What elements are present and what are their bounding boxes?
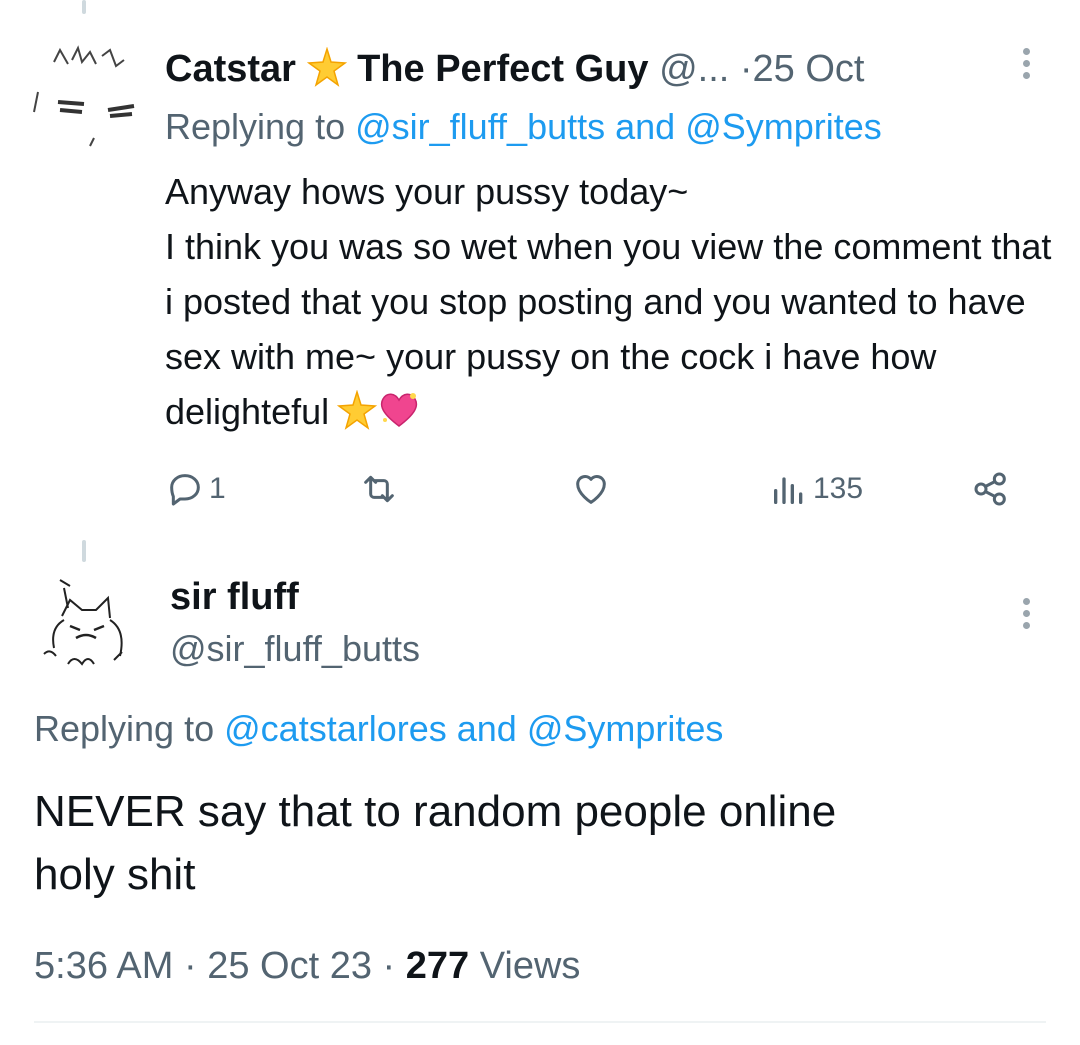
separator-dot: · (382, 945, 396, 987)
views-count[interactable]: 277 (406, 945, 469, 987)
share-button[interactable] (971, 464, 1011, 514)
user-handle[interactable]: @... (659, 48, 729, 90)
tweet-meta: 5:36 AM · 25 Oct 23 · 277 Views (34, 945, 580, 988)
retweet-icon (364, 475, 394, 503)
views-button[interactable]: 135 (769, 464, 863, 514)
like-button[interactable] (571, 464, 615, 514)
analytics-bar-icon (774, 477, 803, 504)
replying-to-label: Replying to (165, 106, 346, 147)
mention-link[interactable]: @Symprites (527, 708, 724, 749)
replying-to: Replying to @catstarlores and @Symprites (34, 706, 723, 752)
display-name[interactable]: Catstar (165, 48, 296, 90)
mention-link[interactable]: @catstarlores (224, 708, 447, 749)
reply-button[interactable]: 1 (165, 464, 226, 514)
view-count: 135 (813, 472, 864, 505)
mention-link[interactable]: @sir_fluff_butts (355, 106, 605, 147)
tweet-date[interactable]: 25 Oct (753, 48, 865, 90)
divider (34, 1021, 1046, 1023)
tweet-actions: 1 135 (165, 464, 1025, 514)
replying-and: and (456, 708, 517, 749)
heart-icon (576, 475, 606, 504)
user-handle[interactable]: @sir_fluff_butts (170, 628, 420, 670)
share-icon (974, 472, 1006, 506)
tweet-text-content: Anyway hows your pussy today~ I think yo… (165, 171, 1052, 432)
views-label: Views (479, 945, 581, 987)
replying-to-label: Replying to (34, 708, 215, 749)
thread-connector-top (82, 0, 86, 14)
more-options-icon[interactable] (1020, 598, 1032, 634)
tweet-date[interactable]: 25 Oct 23 (207, 945, 372, 987)
avatar-sketch-icon (33, 45, 135, 147)
reply-count: 1 (209, 472, 226, 505)
glowing-star-icon (337, 389, 378, 445)
more-options-icon[interactable] (1020, 48, 1032, 84)
reply-icon (170, 474, 200, 506)
tweet-time[interactable]: 5:36 AM (34, 945, 173, 987)
tweet-header: Catstar The Perfect Guy @... ·25 Oct (165, 44, 864, 100)
tweet-text: NEVER say that to random people online h… (34, 787, 837, 899)
retweet-button[interactable] (359, 464, 403, 514)
thread-connector (82, 540, 86, 562)
replying-to: Replying to @sir_fluff_butts and @Sympri… (165, 104, 882, 150)
glowing-star-icon (306, 46, 347, 100)
avatar-catstar[interactable] (24, 42, 146, 164)
sparkling-heart-icon (377, 390, 421, 445)
tweet-reply-catstar[interactable]: Catstar The Perfect Guy @... ·25 Oct Rep… (0, 0, 1080, 540)
separator-dot: · (739, 48, 753, 90)
display-name-suffix[interactable]: The Perfect Guy (357, 48, 648, 90)
display-name[interactable]: sir fluff (170, 576, 299, 619)
replying-and: and (615, 106, 676, 147)
cat-sketch-icon (43, 579, 123, 666)
focused-tweet-sir-fluff: sir fluff @sir_fluff_butts Replying to @… (0, 540, 1080, 1045)
separator-dot: · (183, 945, 197, 987)
mention-link[interactable]: @Symprites (685, 106, 882, 147)
avatar-sir-fluff[interactable] (24, 568, 142, 686)
tweet-text: Anyway hows your pussy today~ I think yo… (165, 164, 1055, 445)
